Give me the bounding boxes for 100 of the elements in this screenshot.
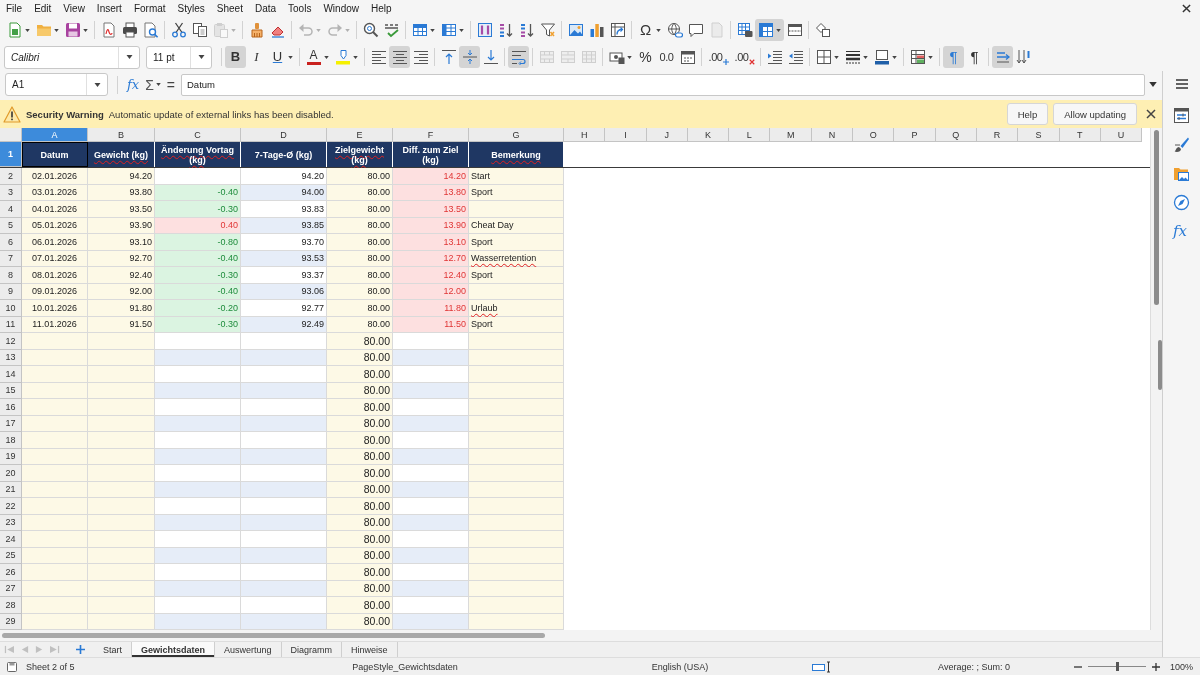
menu-item[interactable]: View [57,1,91,16]
font-size-field[interactable]: 11 pt [146,45,212,69]
formula-button[interactable]: = [163,75,178,94]
caret-icon[interactable] [862,55,868,59]
column-header[interactable]: P [894,128,936,142]
caret-icon[interactable] [927,55,933,59]
row-header[interactable]: 16 [0,399,22,416]
properties-icon[interactable] [1173,107,1190,124]
caret-icon[interactable] [197,55,205,59]
caret-icon[interactable] [287,55,293,59]
row-header[interactable]: 28 [0,597,22,614]
scrollbar-thumb[interactable] [1154,130,1159,305]
column-header[interactable]: C [155,128,241,142]
column-header[interactable]: U [1100,128,1143,142]
column-header[interactable]: G [469,128,564,142]
caret-icon[interactable] [155,83,161,86]
special-character-button[interactable]: Ω [635,19,664,41]
menu-item[interactable]: Help [365,1,398,16]
column-header[interactable]: R [976,128,1019,142]
menu-item[interactable]: Data [248,1,283,16]
row-header[interactable]: 8 [0,267,22,284]
caret-icon[interactable] [458,28,464,32]
caret-icon[interactable] [891,55,897,59]
add-decimal-button[interactable]: .00 [705,46,731,68]
column-header[interactable]: Q [935,128,977,142]
selection-mode-icon[interactable] [812,660,832,673]
menu-item[interactable]: Edit [28,1,58,16]
column-header[interactable]: H [564,128,606,142]
menu-item[interactable]: Insert [90,1,128,16]
caret-icon[interactable] [24,28,30,32]
name-box-field[interactable]: A1 [5,73,108,96]
row-header[interactable]: 22 [0,498,22,515]
paintbrush-icon[interactable] [1173,136,1190,153]
delete-decimal-button[interactable]: .00 [731,46,757,68]
infobar-button[interactable]: Help [1006,103,1049,125]
font-color-button[interactable]: A [303,46,332,68]
column-header[interactable]: F [393,128,469,142]
row-header[interactable]: 6 [0,234,22,251]
percent-button[interactable]: % [635,46,656,68]
column-header[interactable]: D [241,128,327,142]
row-header[interactable]: 18 [0,432,22,449]
sum-button[interactable]: Σ [142,75,164,94]
column-header[interactable]: I [605,128,647,142]
column-header[interactable]: E [327,128,393,142]
row-header[interactable]: 26 [0,564,22,581]
column-header[interactable]: B [88,128,155,142]
menu-icon[interactable] [1175,79,1188,89]
column-header[interactable]: L [729,128,771,142]
caret-icon[interactable] [352,55,358,59]
freeze-button[interactable] [755,19,784,41]
column-header[interactable]: A [22,128,88,142]
caret-icon[interactable] [82,28,88,32]
font-name-field[interactable]: Calibri [4,45,140,69]
slider-thumb[interactable] [1115,662,1119,671]
column-header[interactable]: O [853,128,895,142]
column-header[interactable]: K [687,128,730,142]
scrollbar-thumb[interactable] [2,633,545,638]
underline-button[interactable]: U [267,46,296,68]
close-icon[interactable] [1182,4,1191,13]
column-header[interactable]: T [1059,128,1101,142]
function-wizard-button[interactable]: fx [124,75,143,94]
close-icon[interactable] [1146,109,1156,119]
caret-icon[interactable] [429,28,435,32]
align-center-button[interactable] [389,46,410,68]
infobar-button[interactable]: Allow updating [1053,103,1137,125]
text-direction-button[interactable] [992,46,1013,68]
menu-item[interactable]: Window [317,1,365,16]
zoom-in-icon[interactable] [1152,662,1160,671]
menu-item[interactable]: Format [127,1,172,16]
right-to-left-button[interactable]: ¶ [964,46,985,68]
sheet-tab[interactable]: Gewichtsdaten [132,642,216,657]
caret-icon[interactable] [53,28,59,32]
caret-icon[interactable] [626,55,632,59]
column-header[interactable]: J [646,128,688,142]
caret-icon[interactable] [833,55,839,59]
plus-icon[interactable] [76,645,85,654]
row-header[interactable]: 2 [0,168,22,185]
wrap-text-button[interactable] [508,46,529,68]
column-header[interactable]: M [770,128,812,142]
menu-item[interactable]: File [0,1,29,16]
menu-item[interactable]: Tools [282,1,318,16]
row-header[interactable]: 20 [0,465,22,482]
row-header[interactable]: 24 [0,531,22,548]
menu-item[interactable]: Sheet [210,1,249,16]
formula-input-field[interactable]: Datum [181,73,1145,96]
caret-icon[interactable] [93,82,101,87]
row-header[interactable]: 14 [0,366,22,383]
column-header[interactable]: N [811,128,854,142]
caret-icon[interactable] [655,28,661,32]
row-header[interactable]: 10 [0,300,22,317]
number-format-button[interactable]: 0.0 [656,46,677,68]
row-header[interactable]: 1 [0,142,22,167]
caret-icon[interactable] [125,55,133,59]
row-header[interactable]: 4 [0,201,22,218]
column-header[interactable]: S [1018,128,1060,142]
image-folder-icon[interactable] [1173,165,1190,182]
menu-item[interactable]: Styles [171,1,211,16]
compass-icon[interactable] [1173,194,1190,211]
sidebar-collapse-handle[interactable] [1158,340,1162,390]
row-header[interactable]: 12 [0,333,22,350]
